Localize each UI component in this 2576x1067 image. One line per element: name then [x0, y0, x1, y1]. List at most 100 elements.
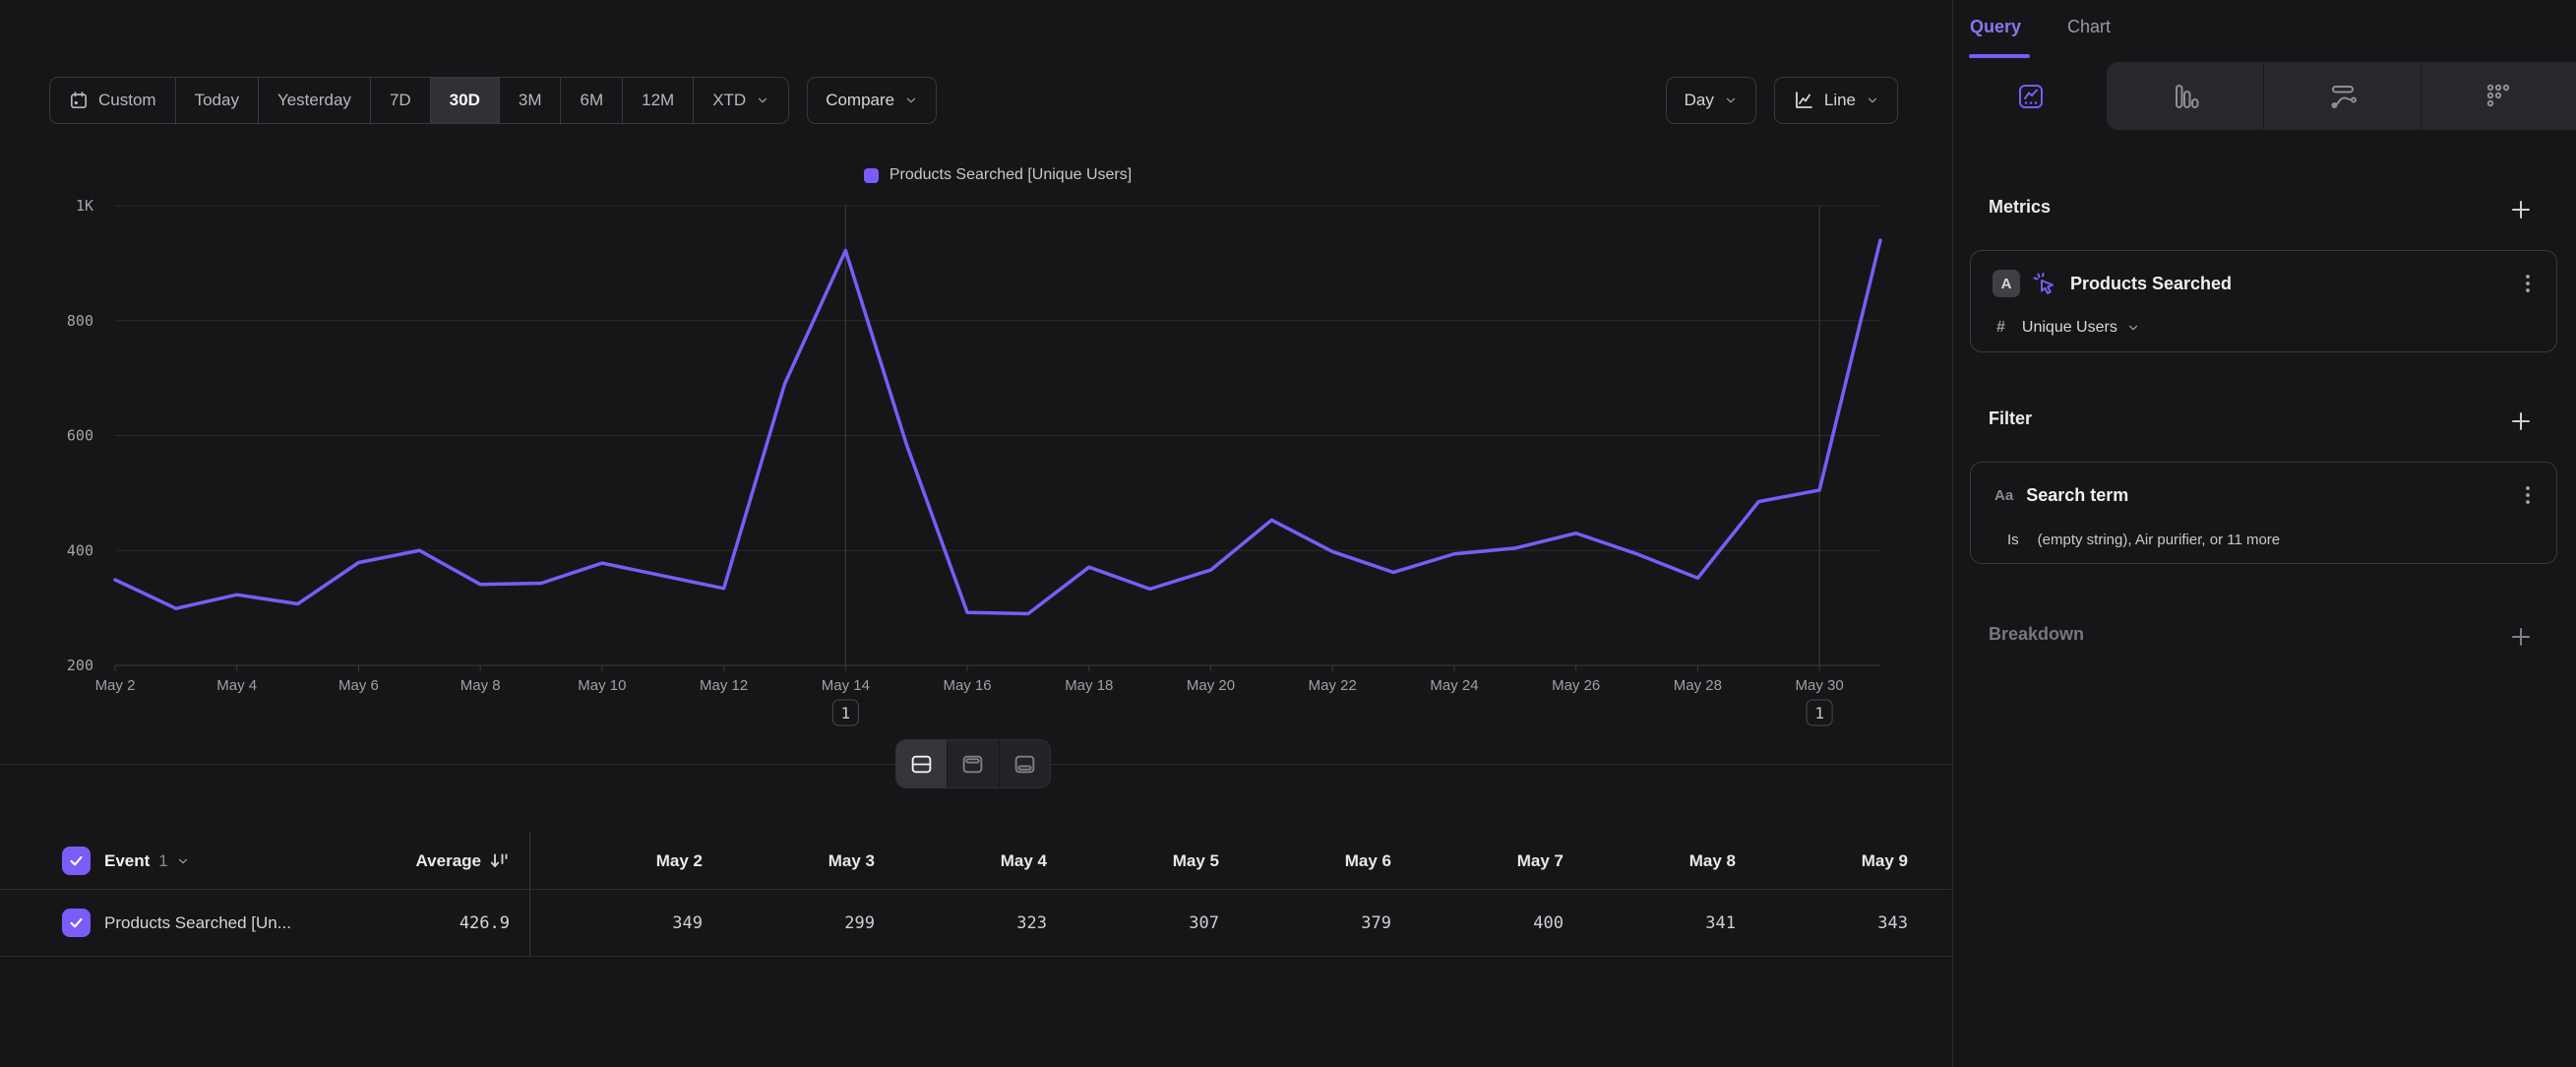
column-header[interactable]: May 9: [1736, 851, 1908, 871]
svg-text:May 26: May 26: [1552, 677, 1600, 694]
tab-query[interactable]: Query: [1970, 17, 2021, 37]
kebab-menu-icon[interactable]: [2519, 482, 2537, 508]
series-cell: Products Searched [Un... 426.9: [0, 890, 530, 956]
add-breakdown-button[interactable]: [2508, 624, 2534, 650]
event-column-header: Event: [104, 851, 150, 871]
measure-selector[interactable]: Unique Users: [2022, 319, 2140, 337]
cell-value: 307: [1047, 913, 1219, 933]
event-header-cell: Event 1 Average: [0, 833, 530, 889]
table-only-button[interactable]: [1000, 740, 1050, 787]
table-header-row: Event 1 Average May 2May 3May 4May 5May …: [0, 833, 1952, 890]
svg-text:1: 1: [841, 704, 851, 722]
active-tab-underline: [1969, 54, 2030, 58]
chevron-down-icon[interactable]: [176, 854, 190, 868]
series-checkbox[interactable]: [62, 909, 91, 937]
add-filter-button[interactable]: [2508, 408, 2534, 434]
measure-type-icon: #: [1996, 319, 2005, 337]
svg-text:May 2: May 2: [95, 677, 136, 694]
svg-text:1K: 1K: [76, 197, 93, 215]
filter-card[interactable]: Aa Search term Is (empty string), Air pu…: [1970, 462, 2557, 564]
panel-tabs: Query Chart: [1953, 0, 2576, 62]
svg-text:May 10: May 10: [578, 677, 626, 694]
svg-text:May 28: May 28: [1674, 677, 1722, 694]
cell-value: 379: [1219, 913, 1391, 933]
kebab-menu-icon[interactable]: [2519, 271, 2537, 296]
chevron-down-icon: [2126, 321, 2140, 335]
svg-text:May 6: May 6: [338, 677, 379, 694]
data-table: Event 1 Average May 2May 3May 4May 5May …: [0, 833, 1952, 957]
breakdown-section-title: Breakdown: [1989, 624, 2084, 645]
metrics-section-title: Metrics: [1989, 197, 2051, 218]
retention-dots-icon: [2484, 82, 2514, 111]
metric-letter-badge: A: [1993, 270, 2020, 297]
filter-value[interactable]: (empty string), Air purifier, or 11 more: [2038, 532, 2280, 548]
svg-text:May 16: May 16: [943, 677, 991, 694]
top-panel-icon: [960, 752, 985, 777]
tab-funnels[interactable]: [2109, 62, 2264, 130]
svg-text:800: 800: [67, 312, 93, 330]
tab-retention[interactable]: [2422, 62, 2576, 130]
insights-icon: [2016, 82, 2046, 111]
svg-text:May 8: May 8: [460, 677, 501, 694]
cell-value: 323: [875, 913, 1047, 933]
svg-text:600: 600: [67, 427, 93, 445]
line-chart[interactable]: 2004006008001K11May 2May 4May 6May 8May …: [0, 0, 1952, 748]
column-header[interactable]: May 7: [1391, 851, 1564, 871]
check-icon: [68, 914, 85, 931]
svg-text:200: 200: [67, 657, 93, 674]
column-header[interactable]: May 4: [875, 851, 1047, 871]
column-header[interactable]: May 2: [530, 851, 703, 871]
column-header[interactable]: May 5: [1047, 851, 1219, 871]
query-panel: Query Chart: [1952, 0, 2576, 1067]
add-metric-button[interactable]: [2508, 197, 2534, 222]
tab-insights[interactable]: [1953, 62, 2109, 130]
svg-text:May 14: May 14: [822, 677, 870, 694]
plus-icon: [2508, 408, 2534, 434]
split-view-icon: [909, 752, 934, 777]
svg-text:May 20: May 20: [1187, 677, 1235, 694]
plus-icon: [2508, 197, 2534, 222]
column-header[interactable]: May 8: [1564, 851, 1736, 871]
average-column-header[interactable]: Average: [416, 850, 510, 872]
report-type-tabs: [1953, 62, 2576, 130]
main-area: CustomTodayYesterday7D30D3M6M12MXTD Comp…: [0, 0, 1952, 1067]
event-cursor-icon: [2031, 271, 2057, 297]
svg-text:May 30: May 30: [1796, 677, 1844, 694]
svg-text:400: 400: [67, 541, 93, 559]
split-view-button[interactable]: [896, 740, 948, 787]
table-row: Products Searched [Un... 426.9 349299323…: [0, 890, 1952, 957]
date-value-cells: 349299323307379400341343: [530, 913, 1908, 933]
event-count: 1: [158, 851, 167, 871]
column-header[interactable]: May 6: [1219, 851, 1391, 871]
check-icon: [68, 852, 85, 869]
view-layout-toggle: [895, 739, 1051, 788]
series-label: Products Searched [Un...: [104, 913, 291, 933]
svg-text:May 22: May 22: [1309, 677, 1357, 694]
cell-value: 299: [703, 913, 875, 933]
date-header-cells: May 2May 3May 4May 5May 6May 7May 8May 9: [530, 851, 1908, 871]
sort-descending-icon: [488, 850, 510, 872]
filter-property-name: Search term: [2026, 485, 2128, 506]
select-all-checkbox[interactable]: [62, 847, 91, 875]
flows-icon: [2329, 82, 2359, 111]
chart-only-button[interactable]: [948, 740, 999, 787]
tab-flows[interactable]: [2266, 62, 2422, 130]
cell-value: 349: [530, 913, 703, 933]
svg-text:1: 1: [1814, 704, 1824, 722]
series-average-value: 426.9: [460, 913, 510, 933]
cell-value: 341: [1564, 913, 1736, 933]
filter-section-title: Filter: [1989, 408, 2032, 429]
string-property-icon: Aa: [1994, 487, 2013, 504]
funnel-bars-icon: [2172, 82, 2201, 111]
filter-operator[interactable]: Is: [2007, 532, 2019, 548]
svg-text:May 24: May 24: [1430, 677, 1478, 694]
column-header[interactable]: May 3: [703, 851, 875, 871]
svg-text:May 12: May 12: [700, 677, 748, 694]
cell-value: 400: [1391, 913, 1564, 933]
plus-icon: [2508, 624, 2534, 650]
svg-text:May 18: May 18: [1065, 677, 1113, 694]
metric-name: Products Searched: [2070, 274, 2232, 294]
tab-chart[interactable]: Chart: [2067, 17, 2111, 37]
bottom-panel-icon: [1012, 752, 1037, 777]
metric-card[interactable]: A Products Searched # Unique Users: [1970, 250, 2557, 352]
